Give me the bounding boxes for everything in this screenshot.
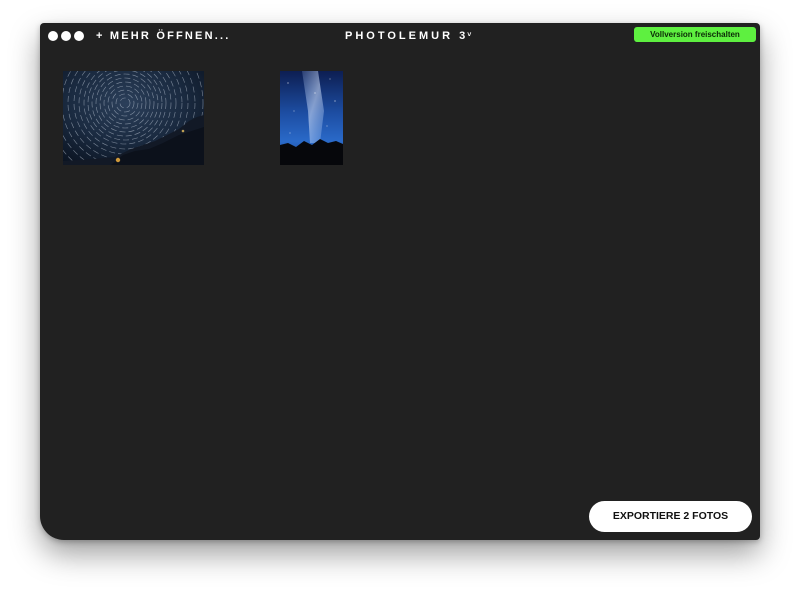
photo-thumbnail-milky-way[interactable] bbox=[280, 71, 343, 165]
unlock-full-version-button[interactable]: Vollversion freischalten bbox=[634, 27, 756, 42]
minimize-window-icon[interactable] bbox=[61, 31, 71, 41]
open-more-button[interactable]: + MEHR ÖFFNEN... bbox=[96, 30, 231, 42]
zoom-window-icon[interactable] bbox=[74, 31, 84, 41]
star-trails-image bbox=[63, 71, 204, 165]
photo-thumbnail-star-trails[interactable] bbox=[63, 71, 204, 165]
title-bar: + MEHR ÖFFNEN... PHOTOLEMUR 3˅ Vollversi… bbox=[40, 23, 760, 49]
window-controls bbox=[48, 31, 84, 41]
app-title-menu[interactable]: PHOTOLEMUR 3˅ bbox=[345, 30, 471, 42]
app-window: + MEHR ÖFFNEN... PHOTOLEMUR 3˅ Vollversi… bbox=[40, 23, 760, 540]
chevron-down-icon: ˅ bbox=[467, 32, 472, 39]
app-title-label: PHOTOLEMUR 3 bbox=[345, 30, 469, 42]
milky-way-image bbox=[280, 71, 343, 165]
export-photos-button[interactable]: EXPORTIERE 2 FOTOS bbox=[589, 501, 752, 532]
close-window-icon[interactable] bbox=[48, 31, 58, 41]
